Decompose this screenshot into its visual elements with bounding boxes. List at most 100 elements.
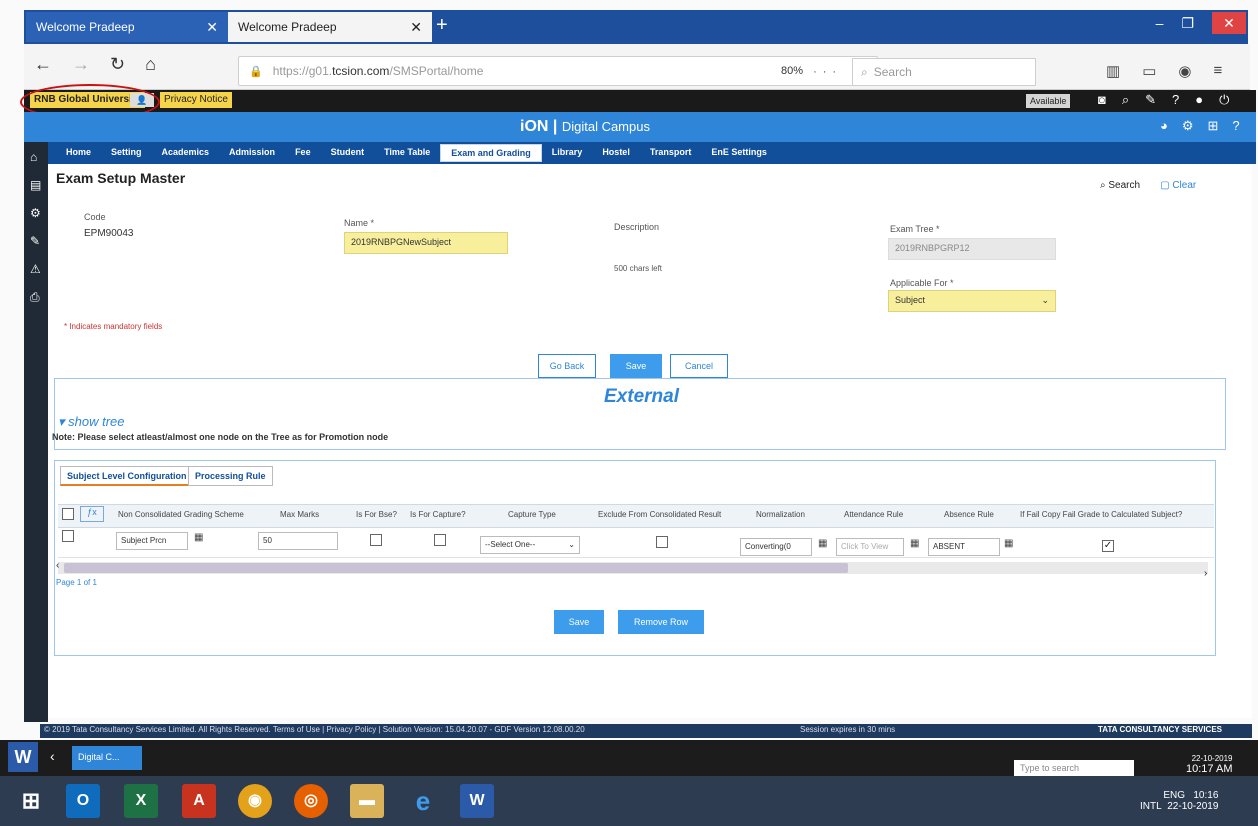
notification-icon[interactable]: ● (1195, 92, 1203, 108)
header-attendance-rule: Attendance Rule (844, 510, 904, 519)
is-for-capture-checkbox[interactable] (434, 534, 446, 546)
scrollbar-thumb[interactable] (64, 563, 848, 573)
account-icon[interactable]: ◉ (1178, 62, 1191, 80)
window-close-icon[interactable]: ✕ (1212, 12, 1246, 34)
menu-academics[interactable]: Academics (152, 144, 220, 162)
menu-admission[interactable]: Admission (219, 144, 285, 162)
chevron-down-icon: ⌄ (1041, 295, 1049, 305)
menu-exam-and-grading[interactable]: Exam and Grading (440, 144, 542, 162)
firefox-icon[interactable]: ◎ (294, 784, 328, 818)
menu-home[interactable]: Home (56, 144, 101, 162)
home-icon[interactable]: ⌂ (30, 150, 41, 164)
menu-library[interactable]: Library (542, 144, 593, 162)
settings-icon[interactable]: ⚙ (30, 206, 41, 220)
edit-icon[interactable]: ✎ (30, 234, 41, 248)
applicable-for-select[interactable]: Subject ⌄ (888, 290, 1056, 312)
capture-type-select[interactable]: --Select One-- ⌄ (480, 536, 580, 554)
restore-icon[interactable]: ❐ (1181, 15, 1194, 32)
word-icon[interactable]: W (8, 742, 38, 772)
fail-copy-checkbox[interactable]: ✓ (1102, 540, 1114, 552)
grading-scheme-field[interactable]: Subject Prcn (116, 532, 188, 550)
search-button[interactable]: ⌕ Search (1100, 180, 1140, 191)
absence-rule-field[interactable]: ABSENT (928, 538, 1000, 556)
header-capture-type: Capture Type (508, 510, 556, 519)
browser-tab-2[interactable]: Welcome Pradeep ✕ (228, 12, 432, 42)
tab-subject-level-configuration[interactable]: Subject Level Configuration (60, 466, 194, 486)
close-icon[interactable]: ✕ (206, 19, 218, 36)
zoom-level[interactable]: 80% (781, 65, 803, 77)
search-icon[interactable]: ⌕ (1122, 92, 1129, 108)
tools-icon[interactable]: ✎ (1145, 92, 1156, 108)
select-all-checkbox[interactable] (62, 508, 74, 520)
chat-icon[interactable]: ◕ (1160, 118, 1168, 134)
name-input[interactable]: 2019RNBPGNewSubject (344, 232, 508, 254)
outlook-icon[interactable]: O (66, 784, 100, 818)
chrome-icon[interactable]: ◉ (238, 784, 272, 818)
folder-icon[interactable]: ▬ (350, 784, 384, 818)
browser-search-input[interactable]: ⌕ Search (852, 58, 1036, 86)
exclude-consolidated-checkbox[interactable] (656, 536, 668, 548)
close-icon[interactable]: ✕ (410, 19, 422, 36)
is-for-bse-checkbox[interactable] (370, 534, 382, 546)
max-marks-input[interactable]: 50 (258, 532, 338, 550)
ie-icon[interactable]: e (406, 784, 440, 818)
print-icon[interactable]: ⎙ (30, 290, 41, 305)
menu-setting[interactable]: Setting (101, 144, 152, 162)
formula-icon[interactable]: ƒx (80, 506, 104, 522)
sidebar-icon[interactable]: ▭ (1142, 62, 1156, 80)
settings-icon[interactable]: ⚙ (1182, 118, 1194, 134)
browser-tab-1[interactable]: Welcome Pradeep ✕ (26, 12, 228, 42)
home-icon[interactable]: ⌂ (145, 54, 156, 75)
scroll-left-icon[interactable]: ‹ (56, 560, 59, 571)
clear-button[interactable]: ▢ Clear (1160, 180, 1196, 191)
library-icon[interactable]: ▥ (1106, 62, 1120, 80)
help-icon[interactable]: ? (1172, 92, 1179, 108)
grid-save-button[interactable]: Save (554, 610, 604, 634)
menu-student[interactable]: Student (321, 144, 375, 162)
region-indicator: INTL 22-10-2019 (1140, 801, 1219, 812)
remove-row-button[interactable]: Remove Row (618, 610, 704, 634)
lookup-icon[interactable]: ▦ (1004, 538, 1013, 549)
power-icon[interactable]: ⏻ (1219, 92, 1229, 108)
url-bar[interactable]: 🔒 https://g01.tcsion.com/SMSPortal/home … (238, 56, 878, 86)
grid-icon[interactable]: ⊞ (1208, 118, 1219, 134)
acrobat-icon[interactable]: A (182, 784, 216, 818)
menu-fee[interactable]: Fee (285, 144, 321, 162)
document-icon[interactable]: ▤ (30, 178, 41, 192)
menu-ene-settings[interactable]: EnE Settings (701, 144, 777, 162)
normalization-field[interactable]: Converting(0 (740, 538, 812, 556)
warning-icon[interactable]: ⚠ (30, 262, 41, 276)
new-tab-icon[interactable]: + (436, 14, 448, 37)
privacy-link[interactable]: Privacy Notice (160, 92, 232, 108)
menu-icon[interactable]: ≡ (1213, 62, 1222, 80)
tree-note: Note: Please select atleast/almost one n… (52, 432, 389, 442)
lookup-icon[interactable]: ▦ (818, 538, 827, 549)
status-dropdown[interactable]: Available (1026, 94, 1071, 108)
menu-time-table[interactable]: Time Table (374, 144, 440, 162)
show-tree-link[interactable]: ▾ show tree (58, 414, 125, 430)
lookup-icon[interactable]: ▦ (910, 538, 919, 549)
minimize-icon[interactable]: – (1156, 15, 1164, 31)
attendance-rule-field[interactable]: Click To View (836, 538, 904, 556)
reload-icon[interactable]: ↻ (110, 54, 125, 75)
forward-icon[interactable]: → (72, 54, 90, 75)
word-taskbar-icon[interactable]: W (460, 784, 494, 818)
menu-transport[interactable]: Transport (640, 144, 702, 162)
save-button[interactable]: Save (610, 354, 662, 378)
back-icon[interactable]: ← (34, 54, 52, 75)
cancel-button[interactable]: Cancel (670, 354, 728, 378)
go-back-button[interactable]: Go Back (538, 354, 596, 378)
help-icon[interactable]: ? (1232, 118, 1239, 134)
camera-icon[interactable]: ◙ (1098, 92, 1106, 108)
lookup-icon[interactable]: ▦ (194, 532, 203, 543)
header-absence-rule: Absence Rule (944, 510, 994, 519)
menu-hostel[interactable]: Hostel (592, 144, 640, 162)
excel-icon[interactable]: X (124, 784, 158, 818)
scroll-right-icon[interactable]: › (1204, 568, 1207, 579)
back-icon[interactable]: ‹ (50, 748, 55, 764)
windows-start-icon[interactable]: ⊞ (14, 784, 48, 818)
taskbar-app-tab[interactable]: Digital C... (72, 746, 142, 770)
tab-processing-rule[interactable]: Processing Rule (188, 466, 273, 486)
row-select-checkbox[interactable] (62, 530, 74, 542)
chevron-down-icon: ⌄ (568, 540, 575, 549)
